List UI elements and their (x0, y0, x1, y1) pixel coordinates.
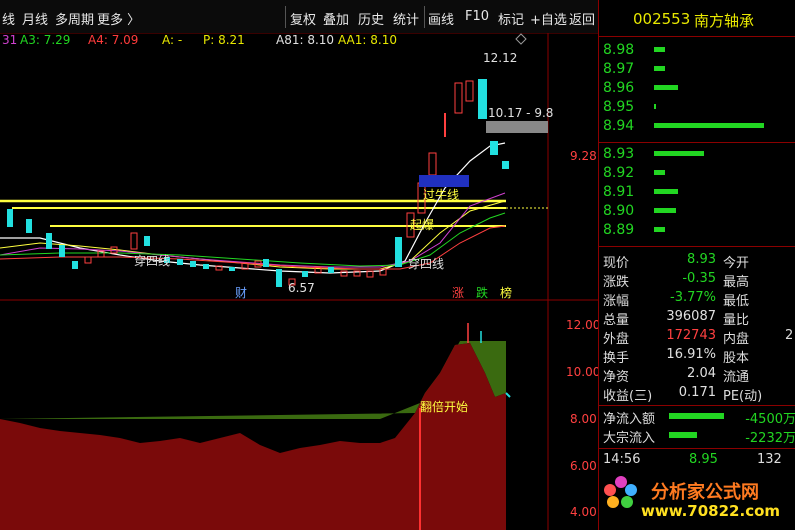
stat-label: 换手 (603, 351, 630, 366)
stat-value: 396087 (666, 309, 716, 324)
fuquan-button[interactable]: 复权 (290, 9, 316, 28)
asks-bar (654, 66, 665, 71)
chuan-si-xian-label-1: 穿四线 (134, 253, 170, 268)
quote-header: 002553 南方轴承 (599, 0, 795, 37)
lower-axis-tick: 4.00 (570, 505, 597, 519)
range-price-label: 10.17 - 9.8 (488, 106, 553, 120)
lower-axis-tick: 6.00 (570, 459, 597, 473)
lower-axis-tick: 10.00 (566, 365, 598, 379)
back-button[interactable]: 返回 (569, 9, 595, 28)
bids-bar (654, 151, 704, 156)
tick-volume: 132 (757, 452, 782, 467)
stat-label-2: 量比 (723, 313, 750, 328)
stat-label: 外盘 (603, 332, 630, 347)
chuan-si-xian-label-2: 穿四线 (408, 256, 444, 271)
stat-extra: 2 (785, 328, 794, 343)
watermark: 分析家公式网 www.70822.com (599, 468, 795, 530)
guo-niu-xian-label: 过牛线 (423, 187, 459, 202)
stat-label: 收益(三) (603, 389, 653, 404)
history-button[interactable]: 历史 (358, 9, 384, 28)
diamond-icon (515, 33, 527, 45)
bids-bar (654, 227, 665, 232)
stats-button[interactable]: 统计 (393, 9, 419, 28)
stat-label-2: 流通 (723, 370, 750, 385)
bids-bar (654, 189, 679, 194)
watermark-url: www.70822.com (641, 502, 781, 520)
high-price-label: 12.12 (483, 51, 517, 65)
toolbar-divider (285, 6, 286, 28)
stat-label-2: 今开 (723, 256, 750, 271)
fan-bei-label: 翻倍开始 (420, 399, 468, 414)
stat-value: 172743 (666, 328, 716, 343)
asks-price: 8.94 (603, 118, 635, 134)
stock-name: 南方轴承 (694, 12, 755, 30)
tab-line[interactable]: 线 (2, 9, 15, 28)
low-price-label: 6.57 (288, 281, 315, 295)
asks-bar (654, 104, 657, 109)
add-watchlist-button[interactable]: +自选 (530, 9, 567, 28)
asks-bar (654, 123, 764, 128)
bids-price: 8.91 (603, 184, 635, 200)
stat-value: 0.171 (678, 385, 716, 400)
asks-price: 8.96 (603, 80, 635, 96)
quote-panel: 002553 南方轴承 8.98 8.97 8.96 8.95 8.94 8.93 8.9… (598, 0, 795, 530)
f10-button[interactable]: F10 (465, 9, 489, 24)
flow-bar (669, 413, 725, 419)
stat-label: 现价 (603, 256, 630, 271)
stat-value: -0.35 (682, 271, 716, 286)
stat-label: 涨跌 (603, 275, 630, 290)
draw-line-button[interactable]: 画线 (428, 9, 454, 28)
bids-price: 8.89 (603, 222, 635, 238)
flow-label: 大宗流入 (603, 431, 656, 446)
toolbar-divider (424, 6, 425, 28)
lower-axis-tick: 8.00 (570, 412, 597, 426)
asks-price: 8.97 (603, 61, 635, 77)
bids-price: 8.93 (603, 146, 635, 162)
flow-value: -4500万 (745, 412, 795, 427)
right-axis-price: 9.28 (570, 149, 597, 163)
tab-month[interactable]: 月线 (22, 9, 48, 28)
flow-bar (669, 432, 697, 438)
zhang-marker: 涨 (452, 285, 464, 300)
bang-marker: 榜 (500, 285, 512, 300)
flow-label: 净流入额 (603, 412, 656, 427)
flower-logo-icon (604, 476, 637, 508)
stat-label: 总量 (603, 313, 630, 328)
stat-label: 涨幅 (603, 294, 630, 309)
asks-price: 8.95 (603, 99, 635, 115)
stat-value: -3.77% (670, 290, 716, 305)
lower-axis: 12.00 10.00 8.00 6.00 4.00 (566, 318, 598, 519)
stat-value: 8.93 (687, 252, 716, 267)
stat-label-2: 内盘 (723, 332, 750, 347)
tick-time: 14:56 (603, 452, 641, 467)
flow-value: -2232万 (745, 431, 795, 446)
asks-bar (654, 47, 665, 52)
stock-code: 002553 (633, 10, 691, 28)
lower-indicator-pane: 翻倍开始 (0, 323, 511, 530)
bids-bar (654, 208, 676, 213)
qi-bao-label: 起爆 (410, 218, 434, 232)
watermark-title: 分析家公式网 (651, 482, 759, 503)
cai-marker: 财 (235, 286, 247, 300)
stat-value: 2.04 (687, 366, 716, 381)
asks-price: 8.98 (603, 42, 635, 58)
kline-chart[interactable]: 12.12 10.17 - 9.8 9.28 6.57 穿四线 穿四线 过牛线 … (0, 33, 598, 530)
bids-bar (654, 170, 665, 175)
tab-more[interactable]: 更多 〉 (97, 9, 140, 28)
mark-button[interactable]: 标记 (498, 9, 524, 28)
bids-price: 8.92 (603, 165, 635, 181)
stat-label-2: 股本 (723, 351, 750, 366)
bids-price: 8.90 (603, 203, 635, 219)
stat-label-2: 最低 (723, 294, 750, 309)
stat-value: 16.91% (666, 347, 716, 362)
tab-multi-period[interactable]: 多周期 (55, 9, 94, 28)
overlay-button[interactable]: 叠加 (323, 9, 349, 28)
die-marker: 跌 (476, 285, 488, 300)
stat-label-2: 最高 (723, 275, 750, 290)
stat-label: 净资 (603, 370, 630, 385)
lower-axis-tick: 12.00 (566, 318, 598, 332)
stat-label-2: PE(动) (723, 389, 763, 404)
asks-bar (654, 85, 679, 90)
tick-price: 8.95 (689, 452, 718, 467)
